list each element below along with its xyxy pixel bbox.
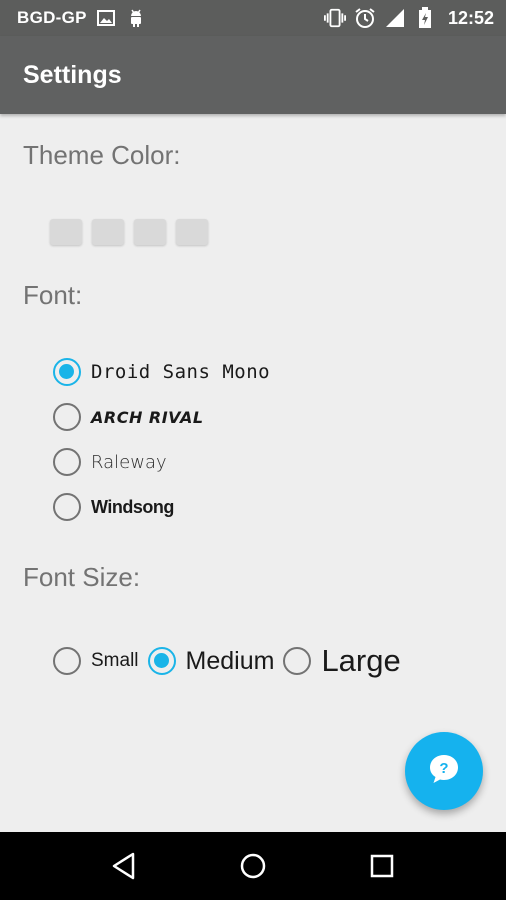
font-size-options: Small Medium Large	[53, 643, 410, 679]
font-size-heading: Font Size:	[23, 562, 141, 592]
font-option-label: ARCH RIVAL	[91, 407, 204, 427]
help-fab-button[interactable]: ?	[405, 732, 483, 810]
vibrate-icon	[323, 7, 346, 29]
status-bar: BGD-GP 12:52	[0, 0, 506, 36]
theme-swatch-2[interactable]	[92, 219, 124, 245]
font-option-droid-sans-mono[interactable]: Droid Sans Mono	[53, 358, 270, 386]
battery-charging-icon	[414, 7, 436, 29]
font-size-option-medium[interactable]: Medium	[147, 646, 275, 676]
recents-icon[interactable]	[362, 846, 402, 886]
theme-swatch-1[interactable]	[50, 219, 82, 245]
font-option-arch-rival[interactable]: ARCH RIVAL	[53, 403, 204, 431]
font-size-label-large: Large	[321, 643, 401, 678]
radio-button[interactable]	[283, 647, 312, 675]
font-size-option-large[interactable]: Large	[283, 643, 401, 679]
font-size-label-small: Small	[91, 650, 139, 671]
radio-button[interactable]	[53, 403, 81, 431]
help-chat-icon: ?	[427, 752, 461, 790]
font-size-option-small[interactable]: Small	[53, 647, 139, 675]
radio-button-checked[interactable]	[53, 358, 81, 386]
radio-button-checked[interactable]	[147, 647, 176, 675]
font-heading: Font:	[23, 280, 83, 310]
android-icon	[125, 7, 147, 29]
svg-text:?: ?	[439, 760, 448, 777]
font-option-label: Windsong	[91, 496, 174, 517]
page-title: Settings	[23, 60, 122, 89]
font-option-windsong[interactable]: Windsong	[53, 493, 174, 521]
radio-button[interactable]	[53, 448, 81, 476]
theme-color-swatches	[50, 219, 208, 245]
font-size-label-medium: Medium	[185, 646, 275, 675]
radio-button[interactable]	[53, 493, 81, 521]
signal-icon	[384, 7, 406, 29]
theme-swatch-4[interactable]	[176, 219, 208, 245]
navigation-bar	[0, 832, 506, 900]
font-option-label: Raleway	[91, 451, 167, 473]
carrier-name: BGD-GP	[17, 8, 87, 27]
clock-time: 12:52	[447, 7, 494, 28]
font-option-label: Droid Sans Mono	[91, 361, 271, 383]
app-bar: Settings	[0, 36, 506, 114]
back-icon[interactable]	[104, 846, 144, 886]
theme-swatch-3[interactable]	[134, 219, 166, 245]
alarm-icon	[354, 7, 376, 29]
image-icon	[95, 7, 117, 29]
radio-button[interactable]	[53, 647, 81, 675]
home-icon[interactable]	[233, 846, 273, 886]
theme-color-heading: Theme Color:	[23, 140, 181, 170]
font-option-raleway[interactable]: Raleway	[53, 448, 167, 476]
